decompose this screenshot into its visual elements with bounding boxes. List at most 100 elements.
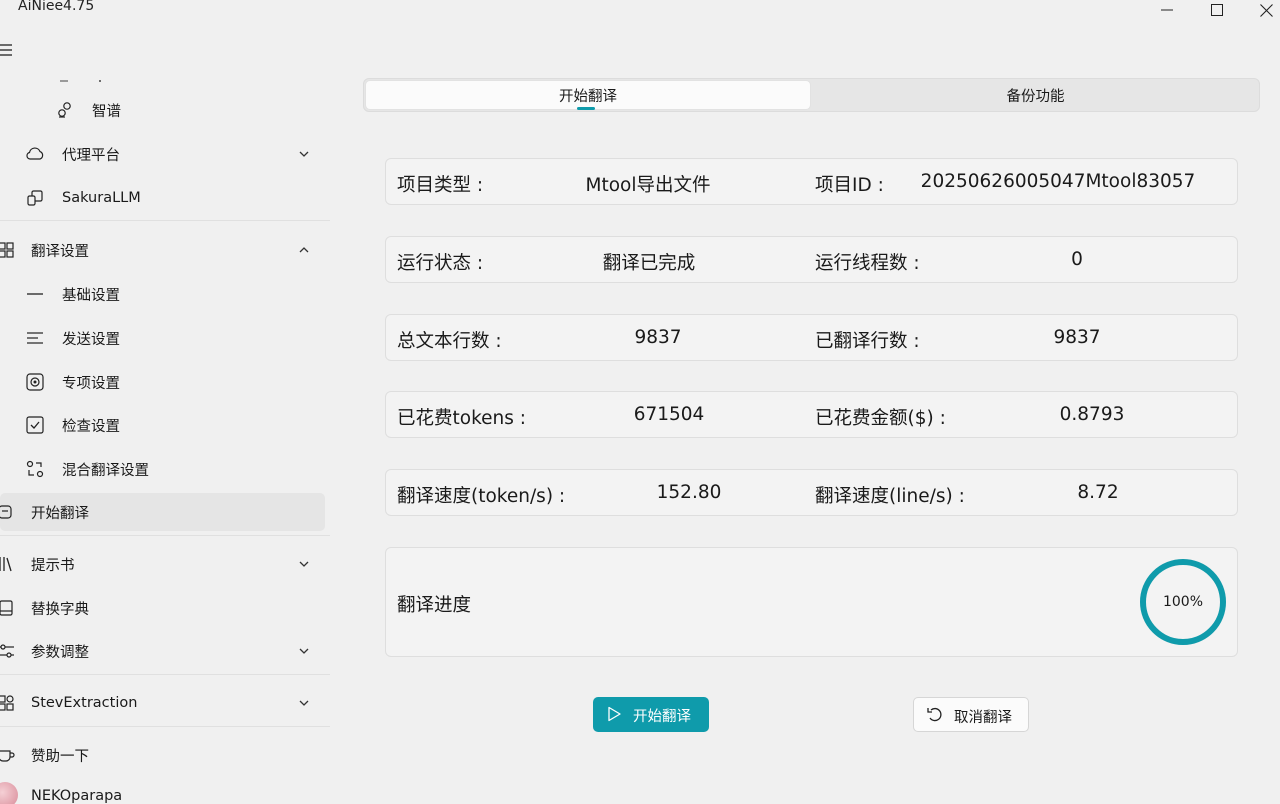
undo-icon <box>927 707 942 722</box>
info-card-speed: 翻译速度(token/s) : 152.80 翻译速度(line/s) : 8.… <box>385 469 1238 516</box>
dictionary-icon <box>0 598 16 618</box>
sidebar-item-send-settings[interactable]: 发送设置 <box>0 319 325 357</box>
maximize-icon <box>1211 4 1223 16</box>
sliders-icon <box>0 641 16 661</box>
progress-card: 翻译进度 <box>385 547 1238 657</box>
sidebar-item-label: 专项设置 <box>62 375 120 392</box>
money-spent-label: 已花费金额($) : <box>815 408 946 429</box>
hamburger-menu-icon[interactable] <box>0 42 16 58</box>
sakura-icon <box>25 188 45 208</box>
play-icon <box>0 502 16 522</box>
dash-icon <box>25 284 45 304</box>
scrolled-item-remnant <box>58 68 108 82</box>
info-card-lines: 总文本行数 : 9837 已翻译行数 : 9837 <box>385 314 1238 361</box>
chevron-down-icon <box>299 700 309 706</box>
sidebar-item-sakurallm[interactable]: SakuraLLM <box>0 179 325 217</box>
sidebar-item-label: 检查设置 <box>62 418 120 435</box>
chevron-up-icon <box>299 247 309 253</box>
cancel-translation-button[interactable]: 取消翻译 <box>913 697 1029 732</box>
maximize-button[interactable] <box>1197 0 1237 20</box>
sidebar-item-replace-dictionary[interactable]: 替换字典 <box>0 589 325 627</box>
tab-start-translation[interactable]: 开始翻译 <box>365 80 811 110</box>
sidebar-item-label: SakuraLLM <box>62 190 141 206</box>
books-icon <box>0 554 16 574</box>
mix-icon <box>25 459 45 479</box>
thread-count-label: 运行线程数 : <box>815 253 920 274</box>
sidebar-item-label: 赞助一下 <box>31 748 89 765</box>
progress-percent: 100% <box>1162 594 1204 610</box>
lines-icon <box>25 328 45 348</box>
app-window: AiNiee4.75 智谱 代理平台 SakuraLLM 翻译设置 基础设置 发… <box>0 0 1280 804</box>
settings-group-icon <box>0 240 16 260</box>
sidebar-item-label: 混合翻译设置 <box>62 462 149 479</box>
minimize-icon <box>1161 9 1173 11</box>
close-icon <box>1259 3 1273 17</box>
sidebar-item-label: 提示书 <box>31 557 75 574</box>
sidebar-item-label: 智谱 <box>92 103 121 120</box>
close-button[interactable] <box>1246 0 1280 20</box>
sidebar-item-basic-settings[interactable]: 基础设置 <box>0 275 325 313</box>
project-id-value: 20250626005047Mtool83057 <box>920 171 1196 192</box>
sidebar-item-check-settings[interactable]: 检查设置 <box>0 406 325 444</box>
checkbox-icon <box>25 415 45 435</box>
sidebar-item-sponsor[interactable]: 赞助一下 <box>0 736 325 774</box>
coffee-icon <box>0 745 16 765</box>
translated-lines-label: 已翻译行数 : <box>815 331 920 352</box>
start-translation-label: 开始翻译 <box>633 709 691 725</box>
tokens-spent-value: 671504 <box>633 404 705 425</box>
title-bar: AiNiee4.75 <box>0 0 1280 32</box>
tokens-spent-label: 已花费tokens : <box>397 408 526 429</box>
run-status-value: 翻译已完成 <box>602 253 696 274</box>
sidebar-divider <box>0 220 330 221</box>
sidebar-item-proxy-platform[interactable]: 代理平台 <box>0 135 325 173</box>
sidebar-divider <box>0 535 330 536</box>
sidebar-divider <box>0 674 330 675</box>
sidebar-item-mixed-translation-settings[interactable]: 混合翻译设置 <box>0 450 325 488</box>
zhipu-icon <box>55 100 75 120</box>
sidebar-item-parameter-tuning[interactable]: 参数调整 <box>0 632 325 670</box>
sidebar-item-start-translation[interactable]: 开始翻译 <box>0 493 325 531</box>
tab-selected-indicator <box>577 107 595 110</box>
project-type-value: Mtool导出文件 <box>585 175 711 196</box>
chevron-down-icon <box>299 151 309 157</box>
progress-label: 翻译进度 <box>397 595 472 616</box>
info-card-cost: 已花费tokens : 671504 已花费金额($) : 0.8793 <box>385 391 1238 438</box>
sidebar-item-zhipu[interactable]: 智谱 <box>0 91 325 129</box>
minimize-button[interactable] <box>1147 0 1187 20</box>
info-card-status: 运行状态 : 翻译已完成 运行线程数 : 0 <box>385 236 1238 283</box>
sidebar-item-label: 翻译设置 <box>31 243 89 260</box>
sidebar-item-label: 参数调整 <box>31 644 89 661</box>
tab-backup[interactable]: 备份功能 <box>812 80 1259 110</box>
project-type-label: 项目类型 : <box>397 175 484 196</box>
sidebar-item-label: StevExtraction <box>31 695 138 711</box>
sidebar-item-stev-extraction[interactable]: StevExtraction <box>0 684 325 722</box>
sidebar-item-translation-settings[interactable]: 翻译设置 <box>0 231 325 269</box>
money-spent-value: 0.8793 <box>1059 404 1125 425</box>
sidebar-item-label: 替换字典 <box>31 601 89 618</box>
info-card-project: 项目类型 : Mtool导出文件 项目ID : 20250626005047Mt… <box>385 158 1238 205</box>
start-translation-button[interactable]: 开始翻译 <box>593 697 709 732</box>
sidebar: 智谱 代理平台 SakuraLLM 翻译设置 基础设置 发送设置 专项设置 检查… <box>0 32 330 804</box>
play-icon <box>608 706 621 722</box>
chevron-down-icon <box>299 648 309 654</box>
sidebar-item-prompt-book[interactable]: 提示书 <box>0 545 325 583</box>
sidebar-item-label: 基础设置 <box>62 287 120 304</box>
project-id-label: 项目ID : <box>815 175 884 196</box>
sidebar-item-special-settings[interactable]: 专项设置 <box>0 363 325 401</box>
user-name-label[interactable]: NEKOparapa <box>31 788 122 804</box>
total-lines-label: 总文本行数 : <box>397 331 502 352</box>
target-icon <box>25 372 45 392</box>
line-speed-label: 翻译速度(line/s) : <box>815 486 965 507</box>
segmented-tabs: 开始翻译 备份功能 <box>363 78 1260 112</box>
total-lines-value: 9837 <box>634 327 682 348</box>
sidebar-item-label: 代理平台 <box>62 147 120 164</box>
thread-count-value: 0 <box>1071 249 1083 270</box>
sidebar-item-label: 发送设置 <box>62 331 120 348</box>
token-speed-label: 翻译速度(token/s) : <box>397 486 566 507</box>
translated-lines-value: 9837 <box>1053 327 1101 348</box>
token-speed-value: 152.80 <box>656 482 722 503</box>
sidebar-divider <box>0 726 330 727</box>
cloud-icon <box>25 144 45 164</box>
app-title: AiNiee4.75 <box>18 0 95 14</box>
extraction-icon <box>0 693 16 713</box>
